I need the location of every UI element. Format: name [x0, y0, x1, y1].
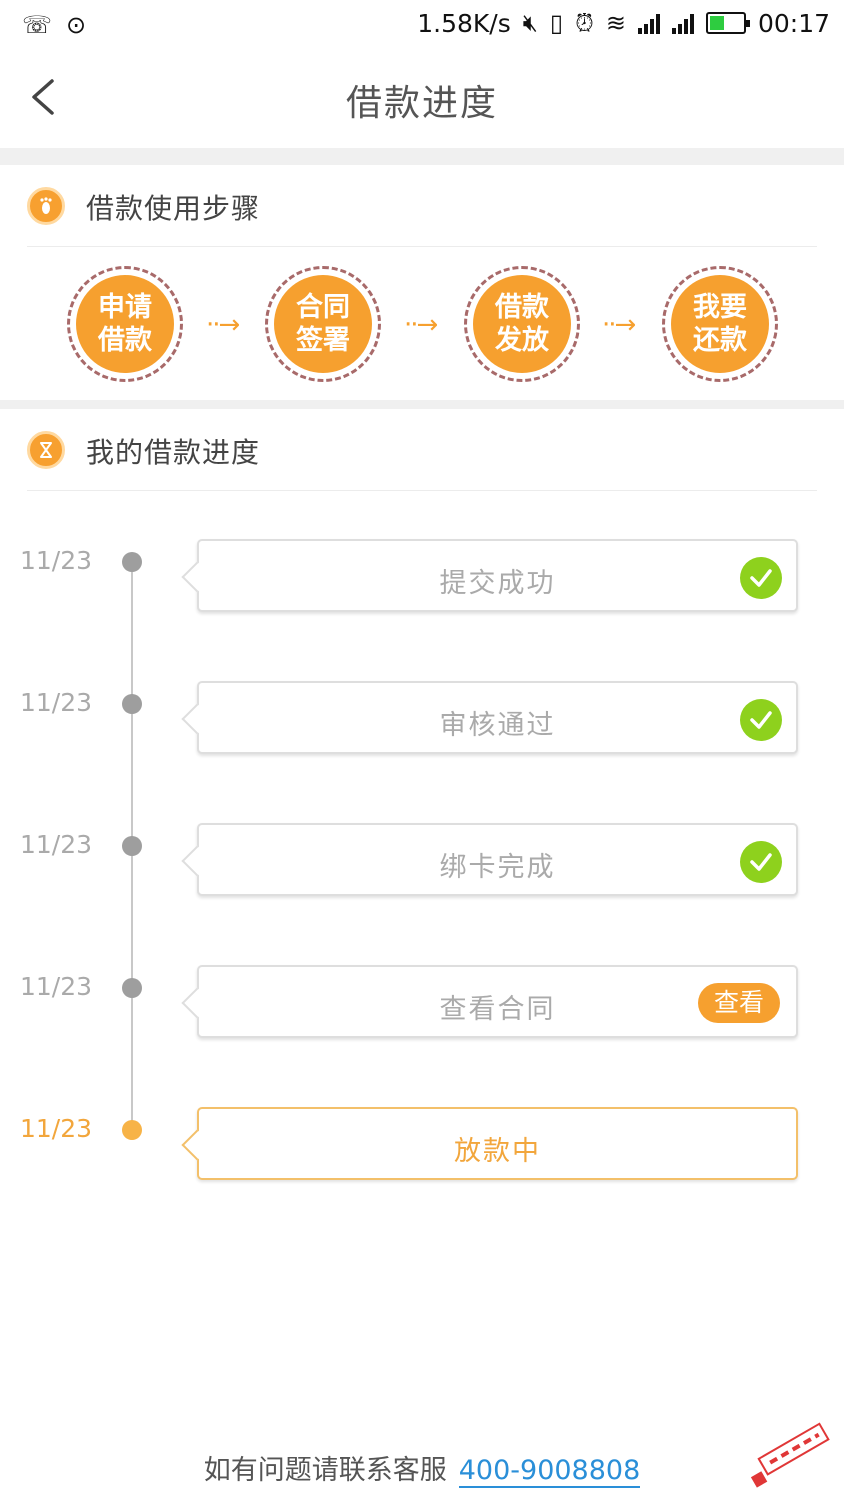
divider: [27, 246, 817, 247]
step-label: 借款: [98, 325, 152, 356]
timeline-dot: [122, 552, 142, 572]
support-phone-link[interactable]: 400-9008808: [458, 1455, 641, 1488]
footprint-icon: [27, 187, 65, 225]
step-loan-disbursement: 借款 发放: [464, 266, 580, 382]
clock: 00:17: [757, 8, 830, 38]
progress-item-label: 绑卡完成: [439, 852, 556, 883]
timeline-date: 11/23: [20, 546, 93, 575]
step-apply-loan: 申请 借款: [67, 266, 183, 382]
loan-steps: 申请 借款 ··→ 合同 签署 ··→ 借款 发放 ··→ 我要 还款: [0, 262, 844, 386]
step-label: 签署: [296, 325, 350, 356]
section-gap: [0, 400, 844, 409]
step-label: 借款: [495, 292, 549, 323]
page-title: 借款进度: [345, 83, 498, 124]
progress-item-label: 放款中: [454, 1136, 541, 1167]
vibrate-off-icon: ▯: [549, 9, 564, 37]
steps-section-header: 借款使用步骤: [0, 165, 844, 247]
progress-item-submitted: 提交成功: [197, 539, 798, 612]
arrow-icon: ··→: [602, 310, 636, 340]
support-footer: 如有问题请联系客服 400-9008808: [0, 1448, 844, 1488]
timeline-date: 11/23: [20, 972, 93, 1001]
view-contract-button[interactable]: 查看: [698, 983, 780, 1023]
battery-icon: [705, 12, 750, 34]
check-icon: [740, 557, 782, 599]
divider: [27, 490, 817, 491]
signal-icon: [671, 12, 694, 34]
status-bar: ☏ ⊙ 1.58K/s 🔇︎ ▯ ⏰︎ ≋ 00:17: [0, 0, 844, 50]
step-label: 还款: [693, 325, 747, 356]
progress-item-card-bound: 绑卡完成: [197, 823, 798, 896]
check-icon: [740, 841, 782, 883]
timeline-dot-active: [122, 1120, 142, 1140]
progress-item-disbursing: 放款中: [197, 1107, 798, 1180]
timeline-dot: [122, 836, 142, 856]
progress-item-label: 审核通过: [439, 710, 556, 741]
network-speed: 1.58K/s: [417, 8, 511, 38]
wifi-icon: ≋: [605, 9, 626, 37]
support-text: 如有问题请联系客服: [203, 1455, 447, 1486]
watermark-logo: [750, 1422, 830, 1488]
loan-progress-screen: ☏ ⊙ 1.58K/s 🔇︎ ▯ ⏰︎ ≋ 00:17 借款进度 借款使用步骤: [0, 0, 844, 1500]
section-gap: [0, 148, 844, 165]
steps-section-title: 借款使用步骤: [86, 192, 261, 225]
progress-item-view-contract: 查看合同 查看: [197, 965, 798, 1038]
step-label: 我要: [693, 292, 747, 323]
signal-icon: [637, 12, 660, 34]
progress-item-label: 提交成功: [439, 568, 556, 599]
timeline-date: 11/23: [20, 1114, 93, 1143]
progress-section-title: 我的借款进度: [86, 436, 261, 469]
alarm-icon: ⏰︎: [575, 9, 594, 37]
progress-item-approved: 审核通过: [197, 681, 798, 754]
timeline-dot: [122, 978, 142, 998]
step-repay: 我要 还款: [662, 266, 778, 382]
arrow-icon: ··→: [404, 310, 438, 340]
check-icon: [740, 699, 782, 741]
message-icon: ⊙: [66, 11, 87, 39]
mute-icon: 🔇︎: [522, 9, 538, 37]
arrow-icon: ··→: [206, 310, 240, 340]
step-sign-contract: 合同 签署: [265, 266, 381, 382]
step-label: 合同: [296, 292, 350, 323]
progress-section-header: 我的借款进度: [0, 409, 844, 491]
timeline-date: 11/23: [20, 830, 93, 859]
timeline-dot: [122, 694, 142, 714]
step-label: 发放: [495, 325, 549, 356]
missed-call-icon: ☏: [22, 11, 53, 39]
hourglass-icon: [27, 431, 65, 469]
app-header: 借款进度: [0, 50, 844, 148]
timeline-date: 11/23: [20, 688, 93, 717]
step-label: 申请: [98, 292, 152, 323]
